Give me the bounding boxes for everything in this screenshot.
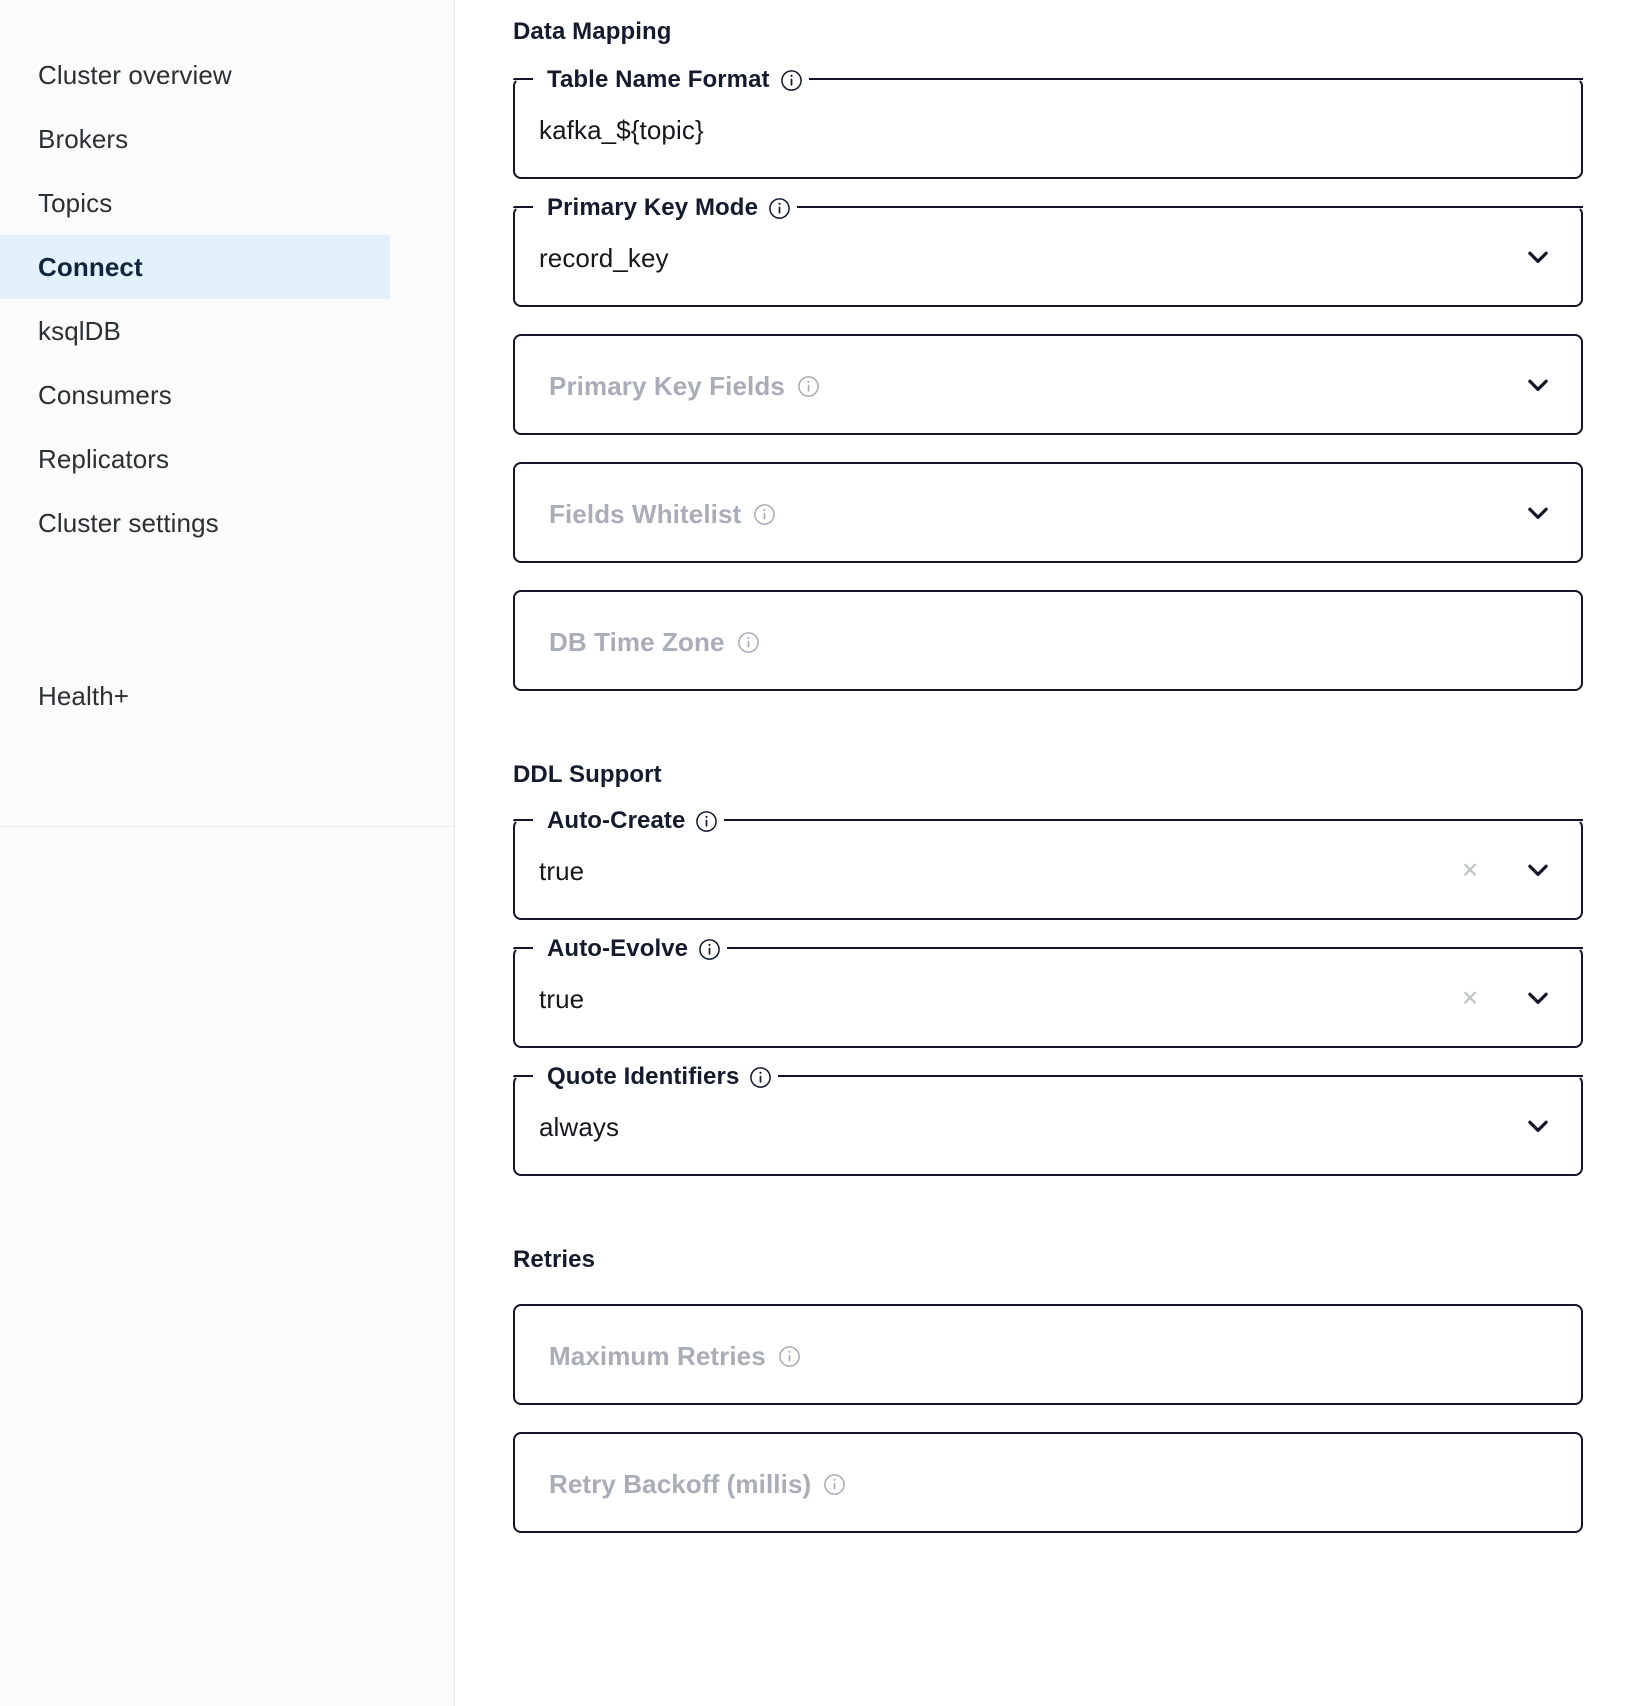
field-db-time-zone[interactable]: DB Time Zone	[513, 590, 1583, 691]
chevron-down-icon[interactable]	[1523, 1111, 1553, 1141]
connector-config-form: Data Mapping Table Name Formatkafka_${top…	[455, 0, 1648, 1706]
section-heading: Data Mapping	[513, 18, 1648, 46]
info-icon[interactable]	[778, 1345, 801, 1368]
field-placeholder: Retry Backoff (millis)	[549, 1434, 846, 1535]
info-icon[interactable]	[753, 503, 776, 526]
field-value: true	[539, 949, 584, 1050]
field-placeholder-text: Primary Key Fields	[549, 371, 785, 402]
sidebar-item-label: Consumers	[38, 380, 172, 411]
field-table-name-format[interactable]: Table Name Formatkafka_${topic}	[513, 78, 1583, 179]
sidebar-item-replicators[interactable]: Replicators	[0, 427, 454, 491]
field-placeholder: Maximum Retries	[549, 1306, 801, 1407]
sidebar-primary-nav: Cluster overview Brokers Topics Connect ksql…	[0, 0, 454, 555]
form-sections: Data Mapping Table Name Formatkafka_${top…	[513, 18, 1648, 1533]
field-value: always	[539, 1077, 619, 1178]
sidebar-item-label: Topics	[38, 188, 112, 219]
sidebar-item-label: ksqlDB	[38, 316, 121, 347]
clear-icon[interactable]: ×	[1455, 983, 1485, 1013]
sidebar-item-label: Replicators	[38, 444, 169, 475]
app-root: Cluster overview Brokers Topics Connect ksql…	[0, 0, 1648, 1706]
field-value: true	[539, 821, 584, 922]
chevron-down-icon[interactable]	[1523, 855, 1553, 885]
field-placeholder: Fields Whitelist	[549, 464, 776, 565]
info-icon[interactable]	[749, 1066, 772, 1089]
chevron-down-icon[interactable]	[1523, 370, 1553, 400]
section-data-mapping: Data Mapping Table Name Formatkafka_${top…	[513, 18, 1648, 691]
section-heading: DDL Support	[513, 761, 1648, 789]
info-icon[interactable]	[823, 1473, 846, 1496]
sidebar-item-label: Cluster settings	[38, 508, 219, 539]
sidebar-item-consumers[interactable]: Consumers	[0, 363, 454, 427]
section-ddl-support: DDL SupportAuto-Createtrue×Auto-Evolvetr…	[513, 761, 1648, 1176]
chevron-down-icon[interactable]	[1523, 983, 1553, 1013]
section-retries: Retries Maximum Retries Retry Backoff (mil…	[513, 1246, 1648, 1533]
sidebar-divider	[0, 826, 455, 827]
info-icon[interactable]	[737, 631, 760, 654]
field-primary-key-fields[interactable]: Primary Key Fields	[513, 334, 1583, 435]
sidebar-item-topics[interactable]: Topics	[0, 171, 454, 235]
info-icon[interactable]	[698, 938, 721, 961]
field-placeholder: DB Time Zone	[549, 592, 760, 693]
field-quote-identifiers[interactable]: Quote Identifiersalways	[513, 1075, 1583, 1176]
sidebar-secondary-nav: Health+	[0, 555, 454, 728]
sidebar-item-label: Brokers	[38, 124, 128, 155]
sidebar-item-label: Connect	[38, 252, 143, 283]
field-maximum-retries[interactable]: Maximum Retries	[513, 1304, 1583, 1405]
field-placeholder-text: Fields Whitelist	[549, 499, 741, 530]
sidebar-item-ksqldb[interactable]: ksqlDB	[0, 299, 454, 363]
sidebar-item-cluster-settings[interactable]: Cluster settings	[0, 491, 454, 555]
info-icon[interactable]	[768, 197, 791, 220]
chevron-down-icon[interactable]	[1523, 498, 1553, 528]
sidebar-item-cluster-overview[interactable]: Cluster overview	[0, 43, 454, 107]
field-retry-backoff-millis[interactable]: Retry Backoff (millis)	[513, 1432, 1583, 1533]
field-placeholder-text: Maximum Retries	[549, 1341, 766, 1372]
field-placeholder: Primary Key Fields	[549, 336, 820, 437]
info-icon[interactable]	[797, 375, 820, 398]
sidebar-item-label: Health+	[38, 681, 129, 712]
field-value: kafka_${topic}	[539, 80, 704, 181]
field-placeholder-text: Retry Backoff (millis)	[549, 1469, 811, 1500]
clear-icon[interactable]: ×	[1455, 855, 1485, 885]
chevron-down-icon[interactable]	[1523, 242, 1553, 272]
sidebar-item-health[interactable]: Health+	[0, 664, 454, 728]
info-icon[interactable]	[780, 69, 803, 92]
sidebar-item-connect[interactable]: Connect	[0, 235, 390, 299]
field-primary-key-mode[interactable]: Primary Key Moderecord_key	[513, 206, 1583, 307]
sidebar-item-brokers[interactable]: Brokers	[0, 107, 454, 171]
field-value: record_key	[539, 208, 669, 309]
section-heading: Retries	[513, 1246, 1648, 1274]
field-placeholder-text: DB Time Zone	[549, 627, 725, 658]
field-fields-whitelist[interactable]: Fields Whitelist	[513, 462, 1583, 563]
field-auto-evolve[interactable]: Auto-Evolvetrue×	[513, 947, 1583, 1048]
info-icon[interactable]	[695, 810, 718, 833]
sidebar-item-label: Cluster overview	[38, 60, 232, 91]
sidebar: Cluster overview Brokers Topics Connect ksql…	[0, 0, 455, 1706]
field-auto-create[interactable]: Auto-Createtrue×	[513, 819, 1583, 920]
